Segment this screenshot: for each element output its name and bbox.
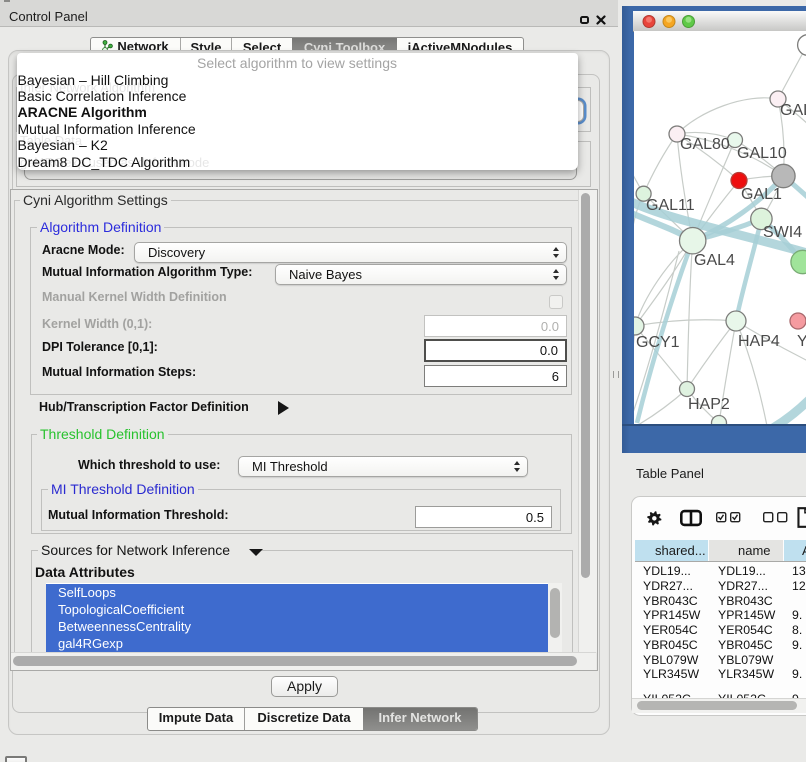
svg-text:GAL1: GAL1 (741, 186, 782, 203)
svg-text:SWI4: SWI4 (763, 224, 802, 241)
svg-text:Y: Y (797, 333, 806, 350)
svg-text:GAL10: GAL10 (737, 145, 787, 162)
svg-text:GCY1: GCY1 (636, 334, 680, 351)
svg-text:GAL7: GAL7 (780, 102, 806, 119)
svg-text:HAP2: HAP2 (688, 396, 730, 413)
svg-text:GAL4: GAL4 (694, 252, 735, 269)
svg-text:GAL80: GAL80 (680, 136, 730, 153)
svg-text:HAP4: HAP4 (738, 333, 780, 350)
svg-text:GAL11: GAL11 (646, 197, 695, 214)
